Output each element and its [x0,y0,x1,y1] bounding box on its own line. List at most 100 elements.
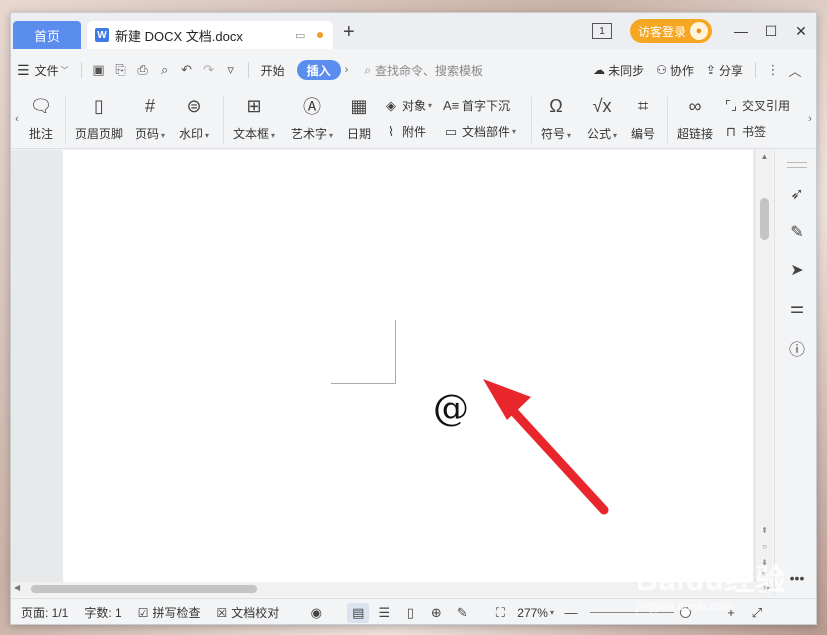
pen-icon[interactable]: ✎ [775,222,816,242]
chevron-right-icon[interactable]: › [345,64,349,76]
undo-icon[interactable]: ↶ [176,62,198,78]
document-text[interactable]: @ [433,388,469,429]
wps-window: 首页 W 新建 DOCX 文档.docx ▭ + 1 访客登录 ● — ☐ ✕ … [10,12,817,625]
drop-cap-label: 首字下沉 [462,99,511,113]
print-preview-icon[interactable]: ⌕ [154,62,176,78]
ribbon-scroll-left-icon[interactable]: ‹ [11,89,23,149]
unsaved-dot-icon [317,32,323,38]
monitor-icon[interactable]: ▭ [295,29,305,42]
bookmark-label: 书签 [742,125,767,139]
minimize-button[interactable]: — [726,23,756,39]
doc-parts-icon: ▭ [444,123,458,139]
tab-document[interactable]: W 新建 DOCX 文档.docx ▭ [87,21,333,49]
cross-reference-icon: ⌜⌟ [724,97,738,113]
page-indicator[interactable]: 页面: 1/1 [21,604,68,621]
page-number-icon: # [145,95,156,116]
hyperlink-button[interactable]: ∞ 超链接 [677,93,713,142]
export-icon[interactable]: ⎘ [110,62,132,78]
settings-sliders-icon[interactable]: ⚌ [775,298,816,318]
window-count-badge[interactable]: 1 [591,23,612,39]
search-icon: ⌕ [364,62,372,77]
attachment-button[interactable]: ⌇ 附件 [383,123,426,140]
sidebar-grip[interactable] [787,162,807,168]
maximize-button[interactable]: ☐ [756,23,786,40]
zoom-level[interactable]: 277% ▾ [517,606,554,620]
tab-start[interactable]: 开始 [255,58,291,82]
bookmark-button[interactable]: ⊓ 书签 [723,123,766,140]
reading-view-icon[interactable]: ▯ [399,603,421,623]
select-browse-object-icon[interactable]: ○ [756,542,773,551]
numbering-label: 编号 [631,127,656,141]
menu-bar-right: ☁ 未同步 ⚇ 协作 ⇪ 分享 ⋮ ︿ [587,53,816,87]
page-view-icon[interactable]: ▤ [347,602,370,623]
divider [80,62,82,78]
share-icon: ⇪ [705,63,716,77]
redo-icon[interactable]: ↷ [198,62,220,78]
doc-parts-button[interactable]: ▭ 文档部件 ▾ [443,123,516,140]
sync-status-button[interactable]: ☁ 未同步 [587,58,650,82]
ribbon-scroll-right-icon[interactable]: › [804,89,816,149]
cross-reference-button[interactable]: ⌜⌟ 交叉引用 [723,97,790,114]
watermark-button[interactable]: ⊜ 水印 ▾ [179,93,209,142]
share-label: 分享 [718,63,743,78]
comment-button[interactable]: 🗨 批注 [29,93,53,142]
page-number-label: 页码 ▾ [135,127,166,141]
date-button[interactable]: ▦ 日期 [347,93,371,142]
print-icon[interactable]: ⎙ [132,62,154,78]
scroll-up-icon[interactable]: ▲ [756,152,773,161]
tab-home[interactable]: 首页 [13,21,81,49]
watermark-icon: ⊜ [186,95,202,116]
outline-view-icon[interactable]: ☰ [373,603,395,623]
close-button[interactable]: ✕ [786,23,816,40]
bookmark-icon: ⊓ [725,123,737,139]
guest-login-button[interactable]: 访客登录 ● [629,19,712,43]
header-footer-button[interactable]: ▯ 页眉页脚 [75,93,123,142]
user-add-icon: ⚇ [656,63,667,77]
omega-icon: Ω [549,95,563,116]
share-button[interactable]: ⇪ 分享 [700,58,749,82]
numbering-button[interactable]: ⌗ 编号 [631,93,655,142]
guest-login-label: 访客登录 [637,24,686,39]
header-footer-icon: ▯ [94,95,104,116]
zoom-out-icon[interactable]: — [560,603,582,623]
document-page[interactable]: @ [63,150,753,582]
prev-page-icon[interactable]: ⇞ [756,526,773,535]
page-number-button[interactable]: # 页码 ▾ [135,93,165,142]
horizontal-scroll-thumb[interactable] [31,585,257,593]
collaborate-button[interactable]: ⚇ 协作 [650,58,700,82]
doc-parts-label: 文档部件 [462,125,511,139]
date-label: 日期 [347,127,372,141]
textbox-button[interactable]: ⊞ 文本框 ▾ [233,93,275,142]
symbol-button[interactable]: Ω 符号 ▾ [541,93,571,142]
new-tab-button[interactable]: + [343,21,355,44]
drop-cap-button[interactable]: A≡ 首字下沉 [443,97,510,114]
spell-check-button[interactable]: ☑ 拼写检查 [138,604,201,621]
proofread-button[interactable]: ☒ 文档校对 [216,604,279,621]
web-view-icon[interactable]: ⊕ [425,603,447,623]
scroll-left-icon[interactable]: ◀ [14,583,20,592]
more-options-icon[interactable]: ⋮ [762,62,784,78]
word-count[interactable]: 字数: 1 [84,604,121,621]
vertical-scrollbar[interactable]: ▲ ⇞ ○ ⇟ ▼ [756,150,773,582]
fit-page-icon[interactable]: ⛶ [489,603,511,623]
help-icon[interactable]: ⓘ [775,336,816,360]
divider [531,97,532,143]
file-menu[interactable]: ☰ 文件 ﹀ [11,58,75,82]
cursor-icon[interactable]: ➤ [775,260,816,280]
command-search[interactable]: ⌕ 查找命令、搜索模板 [354,62,483,79]
collapse-ribbon-icon[interactable]: ︿ [784,61,806,80]
rocket-icon[interactable]: ➶ [775,184,816,204]
write-view-icon[interactable]: ✎ [451,603,473,623]
search-input[interactable]: 查找命令、搜索模板 [375,62,483,79]
wordart-button[interactable]: Ⓐ 艺术字 ▾ [291,93,333,142]
formula-button[interactable]: √x 公式 ▾ [587,93,617,142]
customize-toolbar-icon[interactable]: ▿ [220,62,242,78]
right-sidebar: ➶ ✎ ➤ ⚌ ⓘ ••• [774,150,816,596]
save-icon[interactable]: ▣ [88,62,110,78]
tab-insert[interactable]: 插入 › [291,58,355,82]
vertical-scroll-thumb[interactable] [760,198,769,240]
wordart-label: 艺术字 ▾ [291,127,334,141]
object-button[interactable]: ◈ 对象 ▾ [383,97,432,114]
menu-bar: ☰ 文件 ﹀ ▣ ⎘ ⎙ ⌕ ↶ ↷ ▿ 开始 插入 › ⌕ 查找命令、搜索模板… [11,53,816,87]
eye-icon[interactable]: ◉ [305,603,327,623]
